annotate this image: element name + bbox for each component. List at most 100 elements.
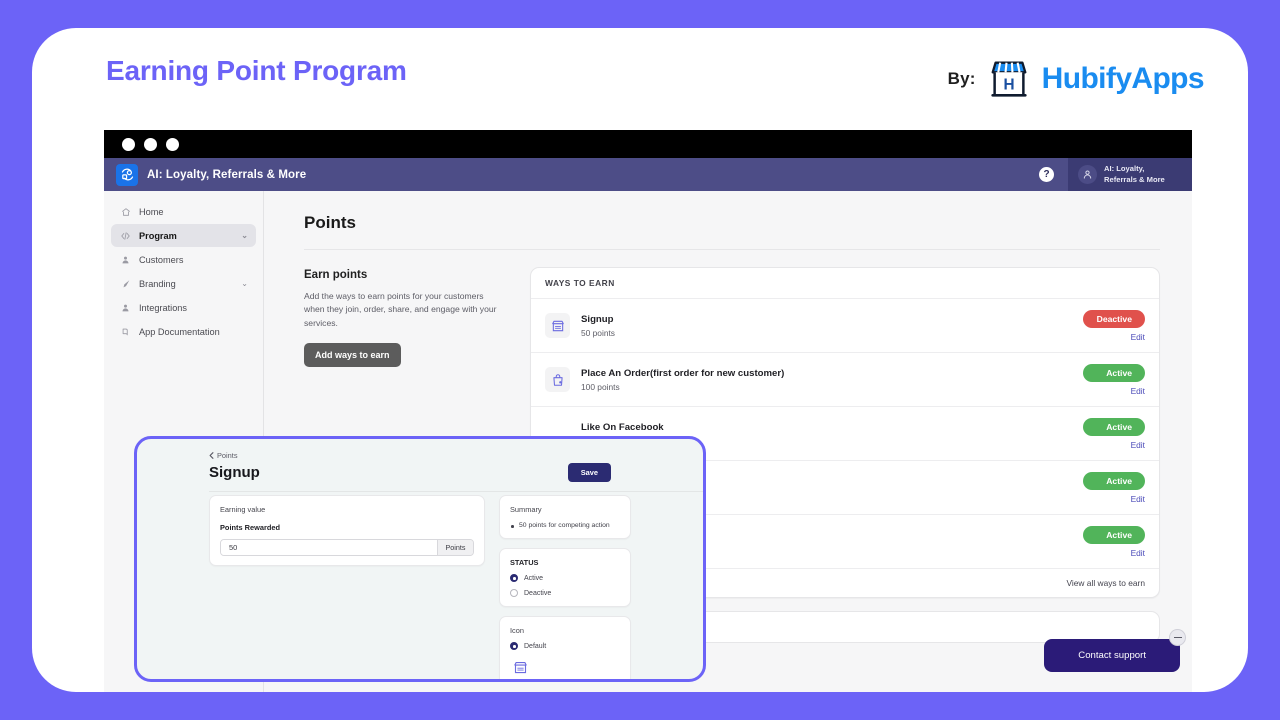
sidebar-item-program[interactable]: Program ⌄ [111, 224, 256, 247]
row-points: 50 points [581, 327, 615, 338]
window-close-dot[interactable] [122, 137, 135, 151]
row-actions: Active Edit [1083, 417, 1145, 450]
save-button[interactable]: Save [567, 463, 611, 482]
user-label: AI: Loyalty, Referrals & More [1104, 164, 1165, 184]
home-icon [119, 207, 132, 217]
browser-chrome [104, 130, 1192, 158]
edit-link[interactable]: Edit [1083, 332, 1145, 342]
person-icon [119, 255, 132, 265]
signup-detail-inner: Points Signup Save Earning value Points … [137, 439, 703, 679]
default-store-icon [511, 658, 530, 677]
icon-option-label: Default [524, 642, 547, 650]
signup-title: Signup [209, 464, 260, 481]
book-icon [119, 327, 132, 337]
status-badge[interactable]: Active [1083, 472, 1145, 490]
add-ways-to-earn-button[interactable]: Add ways to earn [304, 342, 401, 367]
icon-option-default[interactable]: Default [510, 642, 620, 650]
row-actions: Active Edit [1083, 525, 1145, 558]
status-label: STATUS [510, 558, 539, 567]
row-actions: Active Edit [1083, 471, 1145, 504]
window-maximize-dot[interactable] [166, 137, 179, 151]
status-card: STATUS Active Deactive [499, 548, 631, 607]
earn-points-heading: Earn points [304, 269, 368, 281]
sidebar-item-label: Customers [139, 254, 184, 265]
window-minimize-dot[interactable] [144, 137, 157, 151]
row-text: Signup 50 points [581, 314, 1083, 338]
row-actions: Active Edit [1083, 363, 1145, 396]
summary-item: 50 points for competing action [510, 522, 620, 529]
sidebar-item-customers[interactable]: Customers [111, 248, 256, 271]
divider [304, 249, 1160, 250]
radio-icon[interactable] [510, 589, 518, 597]
summary-card: Summary 50 points for competing action [499, 495, 631, 539]
ways-to-earn-header: WAYS TO EARN [531, 268, 1159, 299]
edit-link[interactable]: Edit [1083, 494, 1145, 504]
app-title: AI: Loyalty, Referrals & More [147, 168, 307, 181]
sidebar-item-app-documentation[interactable]: App Documentation [111, 320, 256, 343]
back-to-points-link[interactable]: Points [209, 451, 703, 460]
back-link-label: Points [217, 451, 238, 460]
sidebar-item-integrations[interactable]: Integrations [111, 296, 256, 319]
brand-name: HubifyApps [1041, 62, 1205, 95]
status-badge[interactable]: Deactive [1083, 310, 1145, 328]
table-row[interactable]: Signup 50 points Deactive Edit [531, 299, 1159, 353]
help-icon[interactable]: ? [1039, 167, 1054, 182]
chevron-left-icon [209, 452, 214, 459]
sidebar-item-label: App Documentation [139, 326, 220, 337]
sidebar-item-home[interactable]: Home [111, 200, 256, 223]
svg-text:H: H [1003, 77, 1014, 94]
earning-value-column: Earning value Points Rewarded 50 Points [209, 495, 485, 679]
points-rewarded-label: Points Rewarded [220, 523, 280, 532]
avatar [1078, 165, 1097, 184]
detail-columns: Earning value Points Rewarded 50 Points … [209, 495, 703, 679]
earning-value-label: Earning value [220, 505, 266, 514]
earning-value-card: Earning value Points Rewarded 50 Points [209, 495, 485, 566]
status-option-label: Active [524, 574, 544, 582]
sidebar-item-label: Branding [139, 278, 176, 289]
status-badge[interactable]: Active [1083, 418, 1145, 436]
table-row[interactable]: Place An Order(first order for new custo… [531, 353, 1159, 407]
edit-link[interactable]: Edit [1083, 548, 1145, 558]
radio-icon[interactable] [510, 574, 518, 582]
app-logo-icon [116, 163, 138, 186]
minimize-icon[interactable] [1169, 629, 1186, 646]
row-points: 100 points [581, 381, 620, 392]
row-name: Place An Order(first order for new custo… [581, 367, 785, 379]
status-option-active[interactable]: Active [510, 574, 620, 582]
points-suffix-label: Points [437, 540, 473, 555]
radio-icon[interactable] [510, 642, 518, 650]
signup-detail-panel: Points Signup Save Earning value Points … [134, 436, 706, 682]
contact-support-label: Contact support [1078, 650, 1146, 661]
edit-link[interactable]: Edit [1083, 386, 1145, 396]
summary-label: Summary [510, 505, 542, 514]
sidebar-item-branding[interactable]: Branding ⌄ [111, 272, 256, 295]
sidebar-item-label: Home [139, 206, 164, 217]
summary-status-column: Summary 50 points for competing action S… [499, 495, 631, 679]
points-page-title: Points [304, 213, 356, 232]
brand-lockup: By: H HubifyApps [947, 56, 1205, 102]
status-badge[interactable]: Active [1083, 526, 1145, 544]
plug-icon [119, 303, 132, 313]
promo-card: Earning Point Program By: H HubifyApps A… [32, 28, 1248, 692]
points-input[interactable]: 50 [221, 540, 437, 555]
contact-support-button[interactable]: Contact support [1044, 629, 1186, 672]
edit-link[interactable]: Edit [1083, 440, 1145, 450]
status-badge[interactable]: Active [1083, 364, 1145, 382]
code-icon [119, 231, 132, 241]
store-icon [545, 313, 570, 338]
user-menu[interactable]: AI: Loyalty, Referrals & More [1068, 158, 1192, 191]
storefront-logo-icon: H [991, 61, 1027, 97]
status-option-deactive[interactable]: Deactive [510, 589, 620, 597]
divider [209, 491, 703, 492]
row-actions: Deactive Edit [1083, 309, 1145, 342]
row-text: Place An Order(first order for new custo… [581, 368, 1083, 392]
chevron-down-icon[interactable]: ⌄ [241, 231, 248, 240]
sidebar-item-label: Integrations [139, 302, 188, 313]
row-name: Like On Facebook [581, 421, 664, 433]
topbar-right: ? AI: Loyalty, Referrals & More [1039, 158, 1192, 191]
chevron-down-icon[interactable]: ⌄ [241, 279, 248, 288]
points-rewarded-field[interactable]: 50 Points [220, 539, 474, 556]
brand-by-label: By: [947, 69, 976, 88]
sidebar-item-label: Program [139, 230, 177, 241]
promo-header: Earning Point Program By: H HubifyApps [32, 28, 1248, 138]
